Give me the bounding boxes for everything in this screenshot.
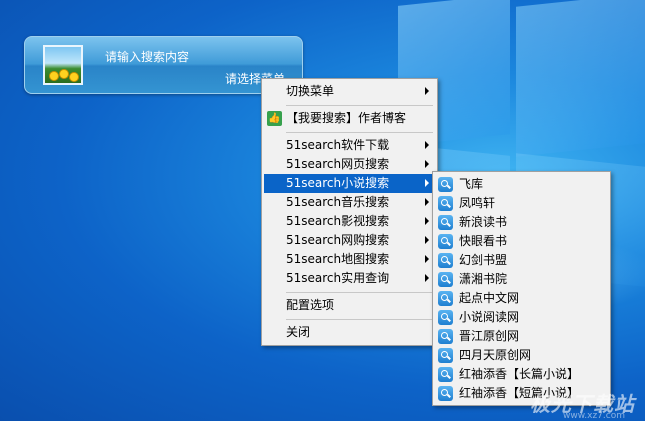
menu-item-web[interactable]: 51search网页搜索: [264, 155, 435, 174]
submenu-item[interactable]: 小说阅读网: [435, 308, 608, 327]
menu-item-music[interactable]: 51search音乐搜索: [264, 193, 435, 212]
submenu-arrow-icon: [425, 141, 429, 149]
menu-item-map[interactable]: 51search地图搜索: [264, 250, 435, 269]
context-menu: 切换菜单 👍 【我要搜索】作者博客 51search软件下载 51search网…: [261, 78, 438, 346]
submenu-item[interactable]: 新浪读书: [435, 213, 608, 232]
submenu-item[interactable]: 晋江原创网: [435, 327, 608, 346]
search-icon: [438, 177, 453, 192]
submenu-arrow-icon: [425, 179, 429, 187]
menu-separator: [286, 132, 433, 133]
menu-item-close[interactable]: 关闭: [264, 323, 435, 342]
menu-item-switch-menu[interactable]: 切换菜单: [264, 82, 435, 101]
submenu-item[interactable]: 凤鸣轩: [435, 194, 608, 213]
submenu-item[interactable]: 潇湘书院: [435, 270, 608, 289]
menu-separator: [286, 105, 433, 106]
submenu-item[interactable]: 飞库: [435, 175, 608, 194]
submenu-item[interactable]: 起点中文网: [435, 289, 608, 308]
search-icon: [438, 196, 453, 211]
submenu-arrow-icon: [425, 255, 429, 263]
submenu-item[interactable]: 幻剑书盟: [435, 251, 608, 270]
submenu-arrow-icon: [425, 217, 429, 225]
menu-separator: [286, 319, 433, 320]
menu-separator: [286, 292, 433, 293]
menu-item-video[interactable]: 51search影视搜索: [264, 212, 435, 231]
submenu-arrow-icon: [425, 274, 429, 282]
search-icon: [438, 348, 453, 363]
search-icon: [438, 272, 453, 287]
submenu-arrow-icon: [425, 160, 429, 168]
watermark-url: www.xz7.com: [563, 411, 625, 421]
search-icon: [438, 215, 453, 230]
search-input[interactable]: 请输入搜索内容: [105, 48, 189, 65]
search-icon: [438, 386, 453, 401]
menu-item-novel[interactable]: 51search小说搜索: [264, 174, 435, 193]
menu-item-utility[interactable]: 51search实用查询: [264, 269, 435, 288]
search-icon: [438, 253, 453, 268]
search-icon: [438, 234, 453, 249]
menu-item-software[interactable]: 51search软件下载: [264, 136, 435, 155]
submenu-item[interactable]: 快眼看书: [435, 232, 608, 251]
submenu-arrow-icon: [425, 236, 429, 244]
search-icon: [438, 367, 453, 382]
sunflower-thumbnail-icon: [43, 45, 83, 85]
menu-item-shopping[interactable]: 51search网购搜索: [264, 231, 435, 250]
thumbs-up-icon: 👍: [267, 111, 282, 126]
submenu-item[interactable]: 四月天原创网: [435, 346, 608, 365]
novel-submenu: 飞库 凤鸣轩 新浪读书 快眼看书 幻剑书盟 潇湘书院 起点中文网 小说阅读网 晋…: [432, 171, 611, 406]
search-icon: [438, 310, 453, 325]
menu-item-config[interactable]: 配置选项: [264, 296, 435, 315]
submenu-item[interactable]: 红袖添香【长篇小说】: [435, 365, 608, 384]
submenu-arrow-icon: [425, 198, 429, 206]
menu-item-author-blog[interactable]: 👍 【我要搜索】作者博客: [264, 109, 435, 128]
search-icon: [438, 291, 453, 306]
windows-logo-pane: [516, 0, 645, 157]
submenu-arrow-icon: [425, 87, 429, 95]
search-icon: [438, 329, 453, 344]
